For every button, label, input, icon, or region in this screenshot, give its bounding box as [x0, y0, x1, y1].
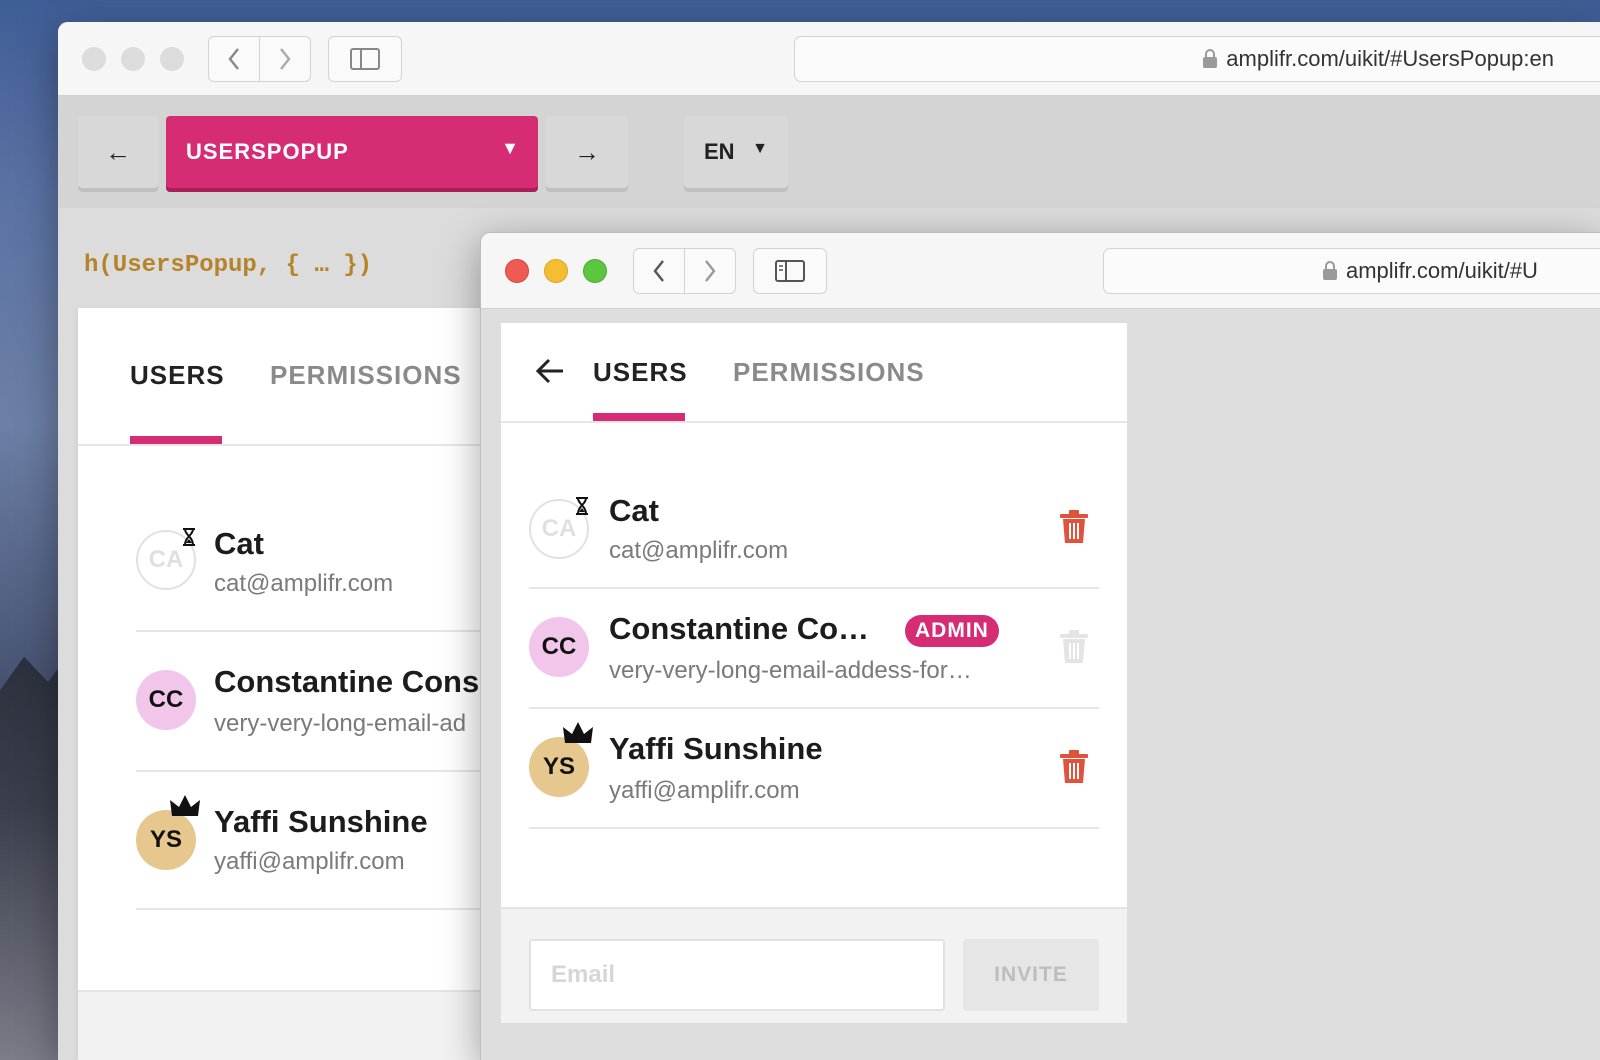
sidebar-toggle-button[interactable] — [753, 248, 827, 294]
user-name: Constantine Cons — [214, 664, 480, 699]
component-select[interactable]: USERSPOPUP ▼ — [166, 116, 538, 188]
tabs-divider — [501, 421, 1127, 423]
row-divider — [529, 827, 1099, 829]
row-divider — [136, 630, 498, 632]
sidebar-icon — [350, 48, 380, 70]
user-email: cat@amplifr.com — [214, 570, 394, 597]
trash-icon[interactable] — [1059, 749, 1089, 785]
invite-button[interactable]: INVITE — [963, 939, 1099, 1011]
tabs-divider — [78, 444, 498, 446]
row-divider — [529, 707, 1099, 709]
hourglass-icon — [576, 497, 588, 515]
user-name: Cat — [609, 493, 659, 528]
chevron-right-icon — [280, 48, 291, 70]
prev-arrow-label: ← — [105, 136, 131, 167]
hourglass-icon — [183, 528, 195, 546]
language-select[interactable]: EN ▼ — [684, 116, 788, 188]
close-button[interactable] — [505, 259, 529, 283]
user-name: Constantine Co… — [609, 611, 870, 646]
user-email: very-very-long-email-addess-for… — [609, 657, 972, 684]
avatar: CC — [136, 670, 196, 730]
tab-users[interactable]: USERS — [130, 360, 225, 391]
back-nav-button[interactable] — [208, 36, 260, 82]
lock-icon — [1203, 49, 1218, 68]
trash-icon[interactable] — [1059, 509, 1089, 545]
active-tab-indicator — [593, 413, 685, 421]
close-button[interactable] — [82, 47, 106, 71]
avatar: CC — [529, 617, 589, 677]
sidebar-toggle-button[interactable] — [328, 36, 402, 82]
uikit-toolbar: ← USERSPOPUP ▼ → EN ▼ — [58, 96, 1600, 208]
front-titlebar: amplifr.com/uikit/#U — [481, 233, 1600, 309]
zoom-button[interactable] — [583, 259, 607, 283]
front-address-bar[interactable]: amplifr.com/uikit/#U — [1103, 248, 1600, 294]
row-divider — [529, 587, 1099, 589]
next-component-button[interactable]: → — [546, 116, 628, 188]
crown-icon — [563, 722, 593, 743]
component-select-value: USERSPOPUP — [186, 139, 349, 164]
tab-permissions[interactable]: PERMISSIONS — [270, 360, 462, 391]
users-popup: USERS PERMISSIONS CA Cat cat@amplifr.com… — [501, 323, 1127, 1023]
front-content-area: USERS PERMISSIONS CA Cat cat@amplifr.com… — [481, 309, 1600, 1060]
language-select-value: EN — [704, 139, 735, 164]
row-divider — [136, 770, 498, 772]
user-email: very-very-long-email-ad — [214, 710, 467, 737]
forward-nav-button[interactable] — [259, 36, 311, 82]
minimize-button[interactable] — [121, 47, 145, 71]
arrow-left-icon[interactable] — [535, 357, 565, 385]
tab-permissions[interactable]: PERMISSIONS — [733, 357, 925, 388]
dropdown-arrow-icon: ▼ — [501, 138, 520, 158]
prev-component-button[interactable]: ← — [78, 116, 158, 188]
back-address-bar[interactable]: amplifr.com/uikit/#UsersPopup:en — [794, 36, 1600, 82]
back-url-text: amplifr.com/uikit/#UsersPopup:en — [1226, 46, 1554, 71]
back-popup-footer — [78, 990, 498, 1060]
lock-icon — [1323, 261, 1337, 280]
invite-footer: INVITE — [501, 907, 1127, 1023]
crown-icon — [170, 795, 200, 816]
sidebar-icon — [775, 260, 805, 282]
user-email: yaffi@amplifr.com — [609, 777, 800, 804]
row-divider — [136, 908, 498, 910]
next-arrow-label: → — [574, 136, 600, 167]
zoom-button[interactable] — [160, 47, 184, 71]
dropdown-arrow-icon: ▼ — [752, 140, 768, 157]
minimize-button[interactable] — [544, 259, 568, 283]
forward-nav-button[interactable] — [684, 248, 736, 294]
back-nav-button[interactable] — [633, 248, 685, 294]
user-name: Cat — [214, 526, 264, 561]
front-url-text: amplifr.com/uikit/#U — [1346, 258, 1538, 283]
user-email: cat@amplifr.com — [609, 537, 789, 564]
code-snippet: h(UsersPopup, { … }) — [84, 252, 373, 279]
chevron-left-icon — [228, 48, 239, 70]
user-name: Yaffi Sunshine — [609, 731, 823, 766]
chevron-right-icon — [705, 260, 716, 282]
tab-users[interactable]: USERS — [593, 357, 688, 388]
email-input[interactable] — [529, 939, 945, 1011]
active-tab-indicator — [130, 436, 222, 444]
back-titlebar: amplifr.com/uikit/#UsersPopup:en — [58, 22, 1600, 96]
back-users-popup: USERS PERMISSIONS CA Cat cat@amplifr.com… — [78, 308, 498, 1060]
chevron-left-icon — [653, 260, 664, 282]
user-name: Yaffi Sunshine — [214, 804, 428, 839]
user-email: yaffi@amplifr.com — [214, 848, 405, 875]
admin-badge: ADMIN — [905, 615, 999, 647]
trash-icon — [1060, 630, 1088, 663]
front-browser-window: amplifr.com/uikit/#U USERS PERMISSIONS C… — [480, 232, 1600, 1060]
